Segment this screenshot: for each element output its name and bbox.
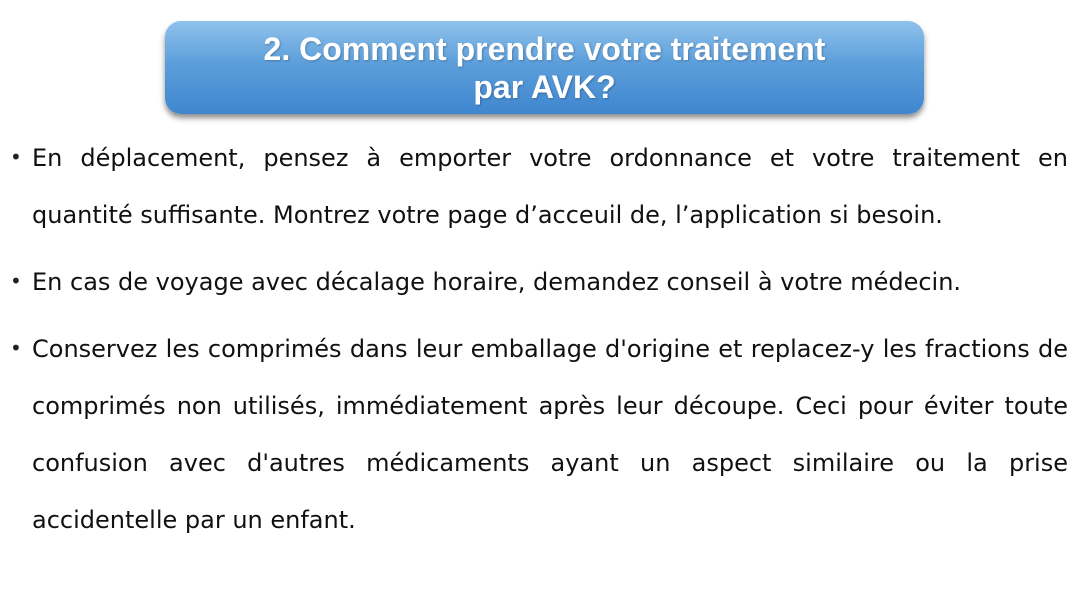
bullet-list: • En déplacement, pensez à emporter votr… xyxy=(10,130,1068,559)
bullet-marker: • xyxy=(10,145,22,169)
bullet-text: Conservez les comprimés dans leur emball… xyxy=(32,335,1068,534)
bullet-text: En déplacement, pensez à emporter votre … xyxy=(32,144,1068,229)
bullet-item-travel-prescription: • En déplacement, pensez à emporter votr… xyxy=(10,130,1068,244)
bullet-item-storage: • Conservez les comprimés dans leur emba… xyxy=(10,321,1068,549)
bullet-text: En cas de voyage avec décalage horaire, … xyxy=(32,268,962,296)
bullet-marker: • xyxy=(10,336,22,360)
bullet-marker: • xyxy=(10,269,22,293)
slide-title: 2. Comment prendre votre traitement par … xyxy=(263,30,826,105)
title-banner: 2. Comment prendre votre traitement par … xyxy=(165,21,924,114)
bullet-item-time-difference: • En cas de voyage avec décalage horaire… xyxy=(10,254,1068,311)
